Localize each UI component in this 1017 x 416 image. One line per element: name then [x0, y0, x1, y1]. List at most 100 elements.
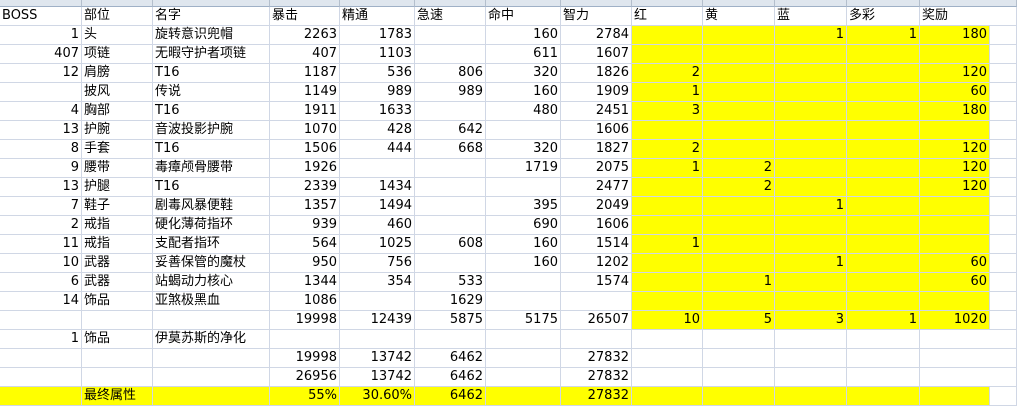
- table-cell[interactable]: 428: [340, 121, 415, 140]
- table-cell[interactable]: 1434: [340, 178, 415, 197]
- table-cell[interactable]: 妥善保管的魔杖: [153, 254, 270, 273]
- table-cell[interactable]: 12: [0, 64, 82, 83]
- table-cell[interactable]: 939: [270, 216, 340, 235]
- column-header[interactable]: [632, 0, 703, 7]
- table-cell[interactable]: 354: [340, 273, 415, 292]
- table-cell[interactable]: [847, 64, 920, 83]
- table-cell[interactable]: 180: [920, 26, 990, 45]
- table-cell[interactable]: 1827: [561, 140, 632, 159]
- table-cell[interactable]: [847, 45, 920, 64]
- header-cell[interactable]: 命中: [486, 7, 561, 26]
- table-cell[interactable]: 12439: [340, 311, 415, 330]
- table-cell[interactable]: [920, 216, 990, 235]
- table-cell[interactable]: 无暇守护者项链: [153, 45, 270, 64]
- table-cell[interactable]: 伊莫苏斯的净化: [153, 330, 270, 349]
- table-cell[interactable]: [990, 102, 1017, 121]
- table-cell[interactable]: [703, 197, 775, 216]
- table-cell[interactable]: 2263: [270, 26, 340, 45]
- table-cell[interactable]: [775, 64, 847, 83]
- column-header[interactable]: [153, 0, 270, 7]
- table-cell[interactable]: 鞋子: [82, 197, 153, 216]
- table-cell[interactable]: [847, 178, 920, 197]
- table-cell[interactable]: [153, 349, 270, 368]
- table-cell[interactable]: 1187: [270, 64, 340, 83]
- table-cell[interactable]: 头: [82, 26, 153, 45]
- table-cell[interactable]: 950: [270, 254, 340, 273]
- table-cell[interactable]: [632, 330, 703, 349]
- table-cell[interactable]: [990, 159, 1017, 178]
- table-cell[interactable]: 腰带: [82, 159, 153, 178]
- table-cell[interactable]: 站蝎动力核心: [153, 273, 270, 292]
- column-header[interactable]: [0, 0, 82, 7]
- table-cell[interactable]: 1: [0, 330, 82, 349]
- table-cell[interactable]: 旋转意识兜帽: [153, 26, 270, 45]
- table-cell[interactable]: [775, 368, 847, 387]
- table-cell[interactable]: 120: [920, 64, 990, 83]
- table-cell[interactable]: [990, 235, 1017, 254]
- table-cell[interactable]: [0, 368, 82, 387]
- table-cell[interactable]: [920, 235, 990, 254]
- table-cell[interactable]: 320: [486, 140, 561, 159]
- table-cell[interactable]: 2451: [561, 102, 632, 121]
- table-cell[interactable]: 1719: [486, 159, 561, 178]
- column-header[interactable]: [270, 0, 340, 7]
- table-cell[interactable]: [561, 330, 632, 349]
- table-cell[interactable]: 2: [0, 216, 82, 235]
- table-cell[interactable]: [340, 292, 415, 311]
- table-cell[interactable]: 26507: [561, 311, 632, 330]
- table-cell[interactable]: [415, 26, 486, 45]
- table-cell[interactable]: 护腕: [82, 121, 153, 140]
- table-cell[interactable]: 6: [0, 273, 82, 292]
- table-cell[interactable]: T16: [153, 64, 270, 83]
- table-cell[interactable]: 1020: [920, 311, 990, 330]
- table-cell[interactable]: 60: [920, 83, 990, 102]
- table-cell[interactable]: [990, 197, 1017, 216]
- table-cell[interactable]: 传说: [153, 83, 270, 102]
- table-cell[interactable]: 硬化薄荷指环: [153, 216, 270, 235]
- table-cell[interactable]: [847, 235, 920, 254]
- column-header[interactable]: [847, 0, 920, 7]
- table-cell[interactable]: [632, 26, 703, 45]
- table-cell[interactable]: 1506: [270, 140, 340, 159]
- table-cell[interactable]: 支配者指环: [153, 235, 270, 254]
- table-cell[interactable]: 27832: [561, 387, 632, 406]
- table-cell[interactable]: [703, 368, 775, 387]
- table-cell[interactable]: [0, 83, 82, 102]
- header-cell[interactable]: 急速: [415, 7, 486, 26]
- table-cell[interactable]: [775, 235, 847, 254]
- table-cell[interactable]: 毒瘴颅骨腰带: [153, 159, 270, 178]
- table-cell[interactable]: 1633: [340, 102, 415, 121]
- table-cell[interactable]: 1574: [561, 273, 632, 292]
- table-cell[interactable]: 120: [920, 159, 990, 178]
- table-cell[interactable]: [486, 292, 561, 311]
- table-cell[interactable]: [415, 45, 486, 64]
- table-cell[interactable]: [775, 349, 847, 368]
- table-cell[interactable]: [486, 330, 561, 349]
- table-cell[interactable]: [990, 178, 1017, 197]
- table-cell[interactable]: 395: [486, 197, 561, 216]
- table-cell[interactable]: [990, 64, 1017, 83]
- table-cell[interactable]: 10: [0, 254, 82, 273]
- table-cell[interactable]: 1103: [340, 45, 415, 64]
- table-cell[interactable]: [990, 292, 1017, 311]
- table-cell[interactable]: 1025: [340, 235, 415, 254]
- table-cell[interactable]: 668: [415, 140, 486, 159]
- table-cell[interactable]: [703, 387, 775, 406]
- table-cell[interactable]: [990, 140, 1017, 159]
- table-cell[interactable]: [486, 349, 561, 368]
- table-cell[interactable]: [82, 311, 153, 330]
- table-cell[interactable]: [340, 159, 415, 178]
- table-cell[interactable]: [632, 121, 703, 140]
- table-cell[interactable]: 2477: [561, 178, 632, 197]
- table-cell[interactable]: 6462: [415, 368, 486, 387]
- table-cell[interactable]: [847, 368, 920, 387]
- table-cell[interactable]: [415, 102, 486, 121]
- table-cell[interactable]: [847, 102, 920, 121]
- table-cell[interactable]: 2049: [561, 197, 632, 216]
- table-cell[interactable]: [703, 349, 775, 368]
- table-cell[interactable]: [847, 140, 920, 159]
- table-cell[interactable]: [703, 26, 775, 45]
- table-cell[interactable]: 460: [340, 216, 415, 235]
- table-cell[interactable]: 1: [847, 26, 920, 45]
- table-cell[interactable]: 饰品: [82, 330, 153, 349]
